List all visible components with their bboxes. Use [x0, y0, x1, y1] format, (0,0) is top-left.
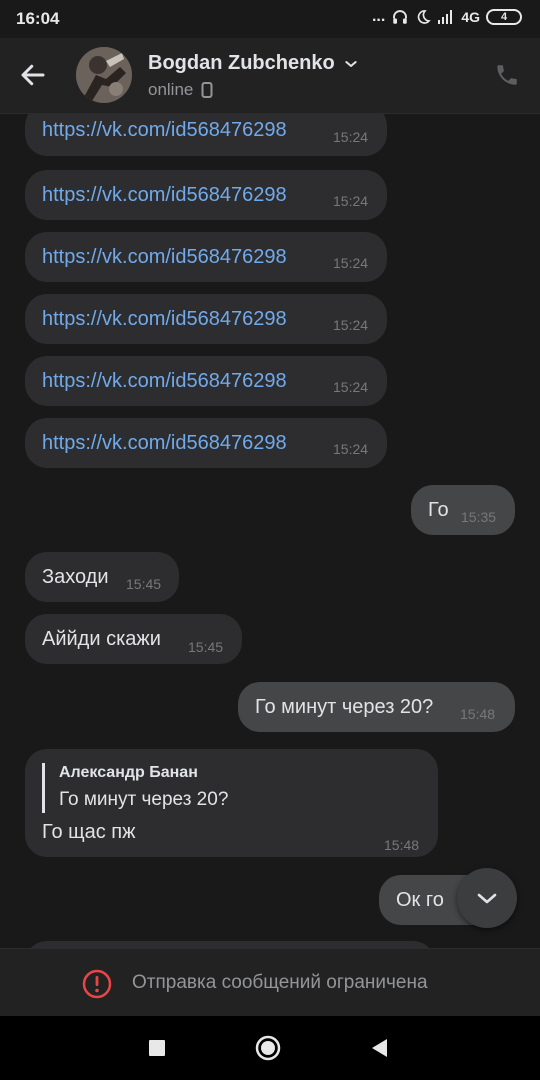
message-bubble[interactable]: Заходи 15:45: [25, 552, 179, 602]
reply-text: Го минут через 20?: [59, 789, 229, 810]
message-text: Го: [428, 499, 449, 521]
message-time: 15:24: [333, 255, 369, 271]
message-text: Ок го: [396, 889, 444, 911]
avatar[interactable]: [76, 47, 132, 103]
reply-message-bubble[interactable]: Александр Банан Го минут через 20? Го ща…: [25, 749, 438, 857]
contact-name-button[interactable]: Bogdan Zubchenko: [148, 52, 359, 75]
warning-circle-icon: [82, 969, 112, 999]
square-icon: [149, 1040, 165, 1056]
avatar-image: [76, 47, 132, 103]
home-button[interactable]: [254, 1034, 282, 1062]
message-bubble[interactable]: [25, 941, 435, 948]
reply-quote[interactable]: Александр Банан Го минут через 20?: [42, 763, 228, 813]
system-nav-bar: [0, 1016, 540, 1080]
message-bubble[interactable]: Аййди скажи 15:45: [25, 614, 242, 664]
status-bar: 16:04 ... 4G 4: [0, 0, 540, 38]
battery-level: 4: [500, 11, 508, 23]
call-button[interactable]: [494, 62, 522, 90]
network-type: 4G: [461, 9, 480, 25]
contact-status: online: [148, 80, 213, 100]
home-circle-icon: [255, 1035, 281, 1061]
message-link[interactable]: https://vk.com/id568476298: [42, 431, 287, 455]
message-time: 15:24: [333, 441, 369, 457]
reply-author: Александр Банан: [59, 764, 198, 781]
message-link[interactable]: https://vk.com/id568476298: [42, 245, 287, 269]
message-text: Заходи: [42, 566, 109, 588]
message-bubble[interactable]: https://vk.com/id568476298 15:24: [25, 356, 387, 406]
message-bubble[interactable]: https://vk.com/id568476298 15:24: [25, 114, 387, 156]
status-text: online: [148, 80, 194, 99]
recent-apps-button[interactable]: [143, 1034, 171, 1062]
arrow-left-icon: [21, 64, 45, 86]
battery-icon: 4: [486, 9, 522, 25]
triangle-back-icon: [372, 1039, 387, 1057]
status-time: 16:04: [16, 9, 60, 28]
message-link[interactable]: https://vk.com/id568476298: [42, 307, 287, 331]
headphones-icon: [393, 10, 408, 24]
message-bubble[interactable]: https://vk.com/id568476298 15:24: [25, 170, 387, 220]
more-notifications-icon: ...: [371, 8, 386, 25]
back-nav-button[interactable]: [366, 1034, 394, 1062]
message-time: 15:48: [460, 706, 496, 722]
message-time: 15:48: [384, 837, 420, 853]
message-bubble[interactable]: https://vk.com/id568476298 15:24: [25, 294, 387, 344]
status-icons: ... 4G 4: [372, 8, 522, 26]
message-link[interactable]: https://vk.com/id568476298: [42, 183, 287, 207]
do-not-disturb-moon-icon: [418, 10, 432, 24]
message-text: Го минут через 20?: [255, 696, 434, 718]
message-time: 15:45: [126, 576, 162, 592]
message-time: 15:24: [333, 193, 369, 209]
scroll-to-bottom-button[interactable]: [457, 868, 517, 928]
mobile-device-icon: [201, 82, 213, 98]
message-list[interactable]: https://vk.com/id568476298 15:24 https:/…: [0, 114, 540, 948]
message-time: 15:24: [333, 379, 369, 395]
messaging-restricted-bar: Отправка сообщений ограничена: [0, 948, 540, 1016]
restriction-text: Отправка сообщений ограничена: [132, 972, 428, 993]
message-bubble[interactable]: https://vk.com/id568476298 15:24: [25, 232, 387, 282]
back-button[interactable]: [18, 60, 58, 92]
message-bubble[interactable]: Го 15:35: [411, 485, 515, 535]
chat-header: Bogdan Zubchenko online: [0, 38, 540, 114]
signal-icon: [438, 10, 453, 24]
message-time: 15:24: [333, 129, 369, 145]
contact-name: Bogdan Zubchenko: [148, 52, 335, 74]
message-time: 15:35: [461, 509, 497, 525]
message-text: Аййди скажи: [42, 628, 161, 650]
message-link[interactable]: https://vk.com/id568476298: [42, 118, 287, 142]
phone-icon: [497, 65, 517, 85]
chevron-down-icon: [345, 60, 357, 67]
message-time: 15:24: [333, 317, 369, 333]
message-bubble[interactable]: https://vk.com/id568476298 15:24: [25, 418, 387, 468]
message-link[interactable]: https://vk.com/id568476298: [42, 369, 287, 393]
message-text: Го щас пж: [42, 821, 136, 843]
chevron-down-icon: [477, 893, 497, 904]
message-bubble[interactable]: Го минут через 20? 15:48: [238, 682, 515, 732]
message-time: 15:45: [188, 639, 224, 655]
